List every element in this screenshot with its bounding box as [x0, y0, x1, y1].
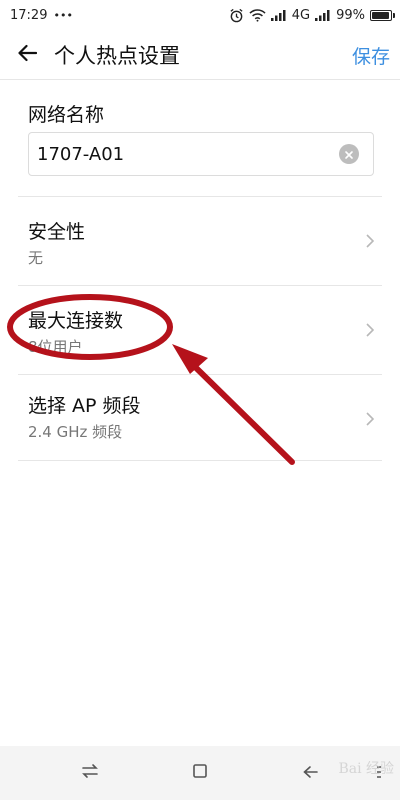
- page-title: 个人热点设置: [54, 43, 180, 68]
- alarm-icon: [229, 8, 244, 23]
- security-title: 安全性: [28, 221, 86, 243]
- back-nav-icon: [302, 764, 318, 783]
- save-button[interactable]: 保存: [348, 42, 394, 69]
- wifi-icon: [249, 8, 266, 22]
- battery-icon: [370, 9, 395, 21]
- status-time: 17:29: [10, 7, 48, 23]
- chevron-right-icon: [366, 322, 375, 341]
- settings-row-security[interactable]: 安全性 无: [18, 197, 382, 285]
- swap-button[interactable]: [75, 758, 105, 788]
- app-header: 个人热点设置 保存: [0, 30, 400, 80]
- back-button[interactable]: [0, 30, 54, 80]
- battery-percent: 99%: [336, 7, 365, 23]
- settings-row-max-connections[interactable]: 最大连接数 8位用户: [18, 286, 382, 374]
- swap-icon: [81, 763, 99, 783]
- clear-button[interactable]: [339, 144, 359, 164]
- security-value: 无: [28, 249, 44, 267]
- arrow-left-icon: [17, 44, 38, 66]
- ssid-input[interactable]: [37, 143, 339, 165]
- divider: [18, 460, 382, 461]
- status-right: 4G 99%: [229, 7, 395, 23]
- network-type: 4G: [291, 7, 311, 23]
- watermark: Bai 经验: [338, 761, 394, 777]
- ssid-field[interactable]: [28, 132, 374, 176]
- status-left: 17:29 •••: [10, 8, 73, 23]
- status-bar: 17:29 ••• 4G 99%: [0, 0, 400, 30]
- recents-square-icon: [192, 763, 208, 783]
- chevron-right-icon: [366, 411, 375, 430]
- chevron-right-icon: [366, 233, 375, 252]
- signal-icon-2: [315, 9, 331, 21]
- clear-icon: [344, 145, 354, 164]
- recents-button[interactable]: [185, 758, 215, 788]
- signal-icon: [270, 9, 287, 21]
- status-dots: •••: [53, 8, 73, 22]
- settings-row-ap-band[interactable]: 选择 AP 频段 2.4 GHz 频段: [18, 375, 382, 463]
- battery-fill: [372, 11, 389, 19]
- max-connections-value: 8位用户: [28, 338, 83, 356]
- ap-band-value: 2.4 GHz 频段: [28, 423, 123, 441]
- back-nav-button[interactable]: [295, 758, 325, 788]
- ssid-label: 网络名称: [28, 104, 105, 126]
- ap-band-title: 选择 AP 频段: [28, 395, 141, 417]
- max-connections-title: 最大连接数: [28, 310, 124, 332]
